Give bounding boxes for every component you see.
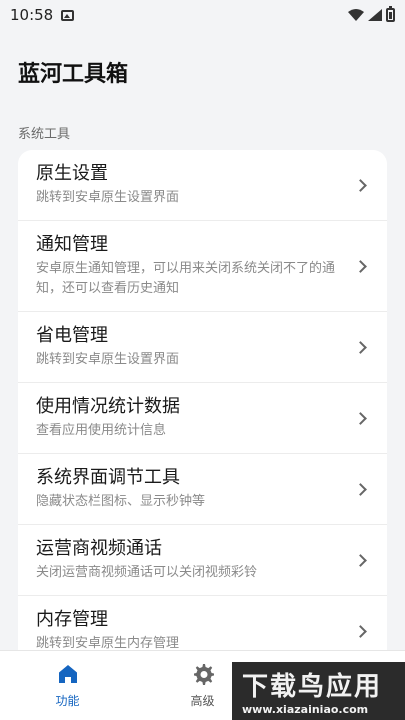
chevron-right-icon [354, 179, 367, 192]
section-label: 系统工具 [18, 127, 71, 142]
status-icons [348, 6, 395, 22]
chevron-right-icon [354, 554, 367, 567]
watermark-text: 下载鸟应用 [242, 672, 383, 702]
battery-icon [386, 6, 395, 22]
list-item-notification-management[interactable]: 通知管理 安卓原生通知管理，可以用来关闭系统关闭不了的通知，还可以查看历史通知 [18, 221, 387, 312]
list-item-system-ui-tuner[interactable]: 系统界面调节工具 隐藏状态栏图标、显示秒钟等 [18, 454, 387, 525]
image-notification-icon [61, 9, 75, 21]
signal-icon [368, 9, 382, 21]
gear-icon [191, 662, 215, 686]
item-title: 原生设置 [36, 163, 108, 184]
item-title: 使用情况统计数据 [36, 396, 180, 417]
item-subtitle: 跳转到安卓原生设置界面 [36, 190, 180, 205]
app-title: 蓝河工具箱 [18, 62, 129, 87]
status-bar: 10:58 [0, 0, 405, 30]
item-title: 省电管理 [36, 325, 108, 346]
watermark-url: www.xiazainiao.com [242, 703, 369, 716]
item-subtitle: 跳转到安卓原生设置界面 [36, 352, 180, 367]
tab-functions[interactable]: 功能 [0, 651, 135, 720]
chevron-right-icon [354, 260, 367, 273]
list-item-power-management[interactable]: 省电管理 跳转到安卓原生设置界面 [18, 312, 387, 383]
item-subtitle: 查看应用使用统计信息 [36, 423, 167, 438]
watermark-logo: 下载鸟应用 www.xiazainiao.com [232, 662, 405, 720]
item-title: 通知管理 [36, 234, 108, 255]
status-time: 10:58 [10, 6, 54, 24]
list-item-carrier-video-call[interactable]: 运营商视频通话 关闭运营商视频通话可以关闭视频彩铃 [18, 525, 387, 596]
chevron-right-icon [354, 483, 367, 496]
item-title: 系统界面调节工具 [36, 467, 180, 488]
chevron-right-icon [354, 625, 367, 638]
item-subtitle: 安卓原生通知管理，可以用来关闭系统关闭不了的通知，还可以查看历史通知 [36, 261, 336, 296]
tools-card: 原生设置 跳转到安卓原生设置界面 通知管理 安卓原生通知管理，可以用来关闭系统关… [18, 150, 387, 670]
item-subtitle: 隐藏状态栏图标、显示秒钟等 [36, 494, 206, 509]
item-title: 运营商视频通话 [36, 538, 162, 559]
list-item-native-settings[interactable]: 原生设置 跳转到安卓原生设置界面 [18, 150, 387, 221]
tab-label: 功能 [55, 694, 80, 708]
home-icon [56, 662, 80, 686]
tab-label: 高级 [190, 694, 215, 708]
item-subtitle: 关闭运营商视频通话可以关闭视频彩铃 [36, 565, 258, 580]
wifi-icon [348, 9, 364, 21]
item-title: 内存管理 [36, 609, 108, 630]
list-item-usage-stats[interactable]: 使用情况统计数据 查看应用使用统计信息 [18, 383, 387, 454]
chevron-right-icon [354, 341, 367, 354]
chevron-right-icon [354, 412, 367, 425]
